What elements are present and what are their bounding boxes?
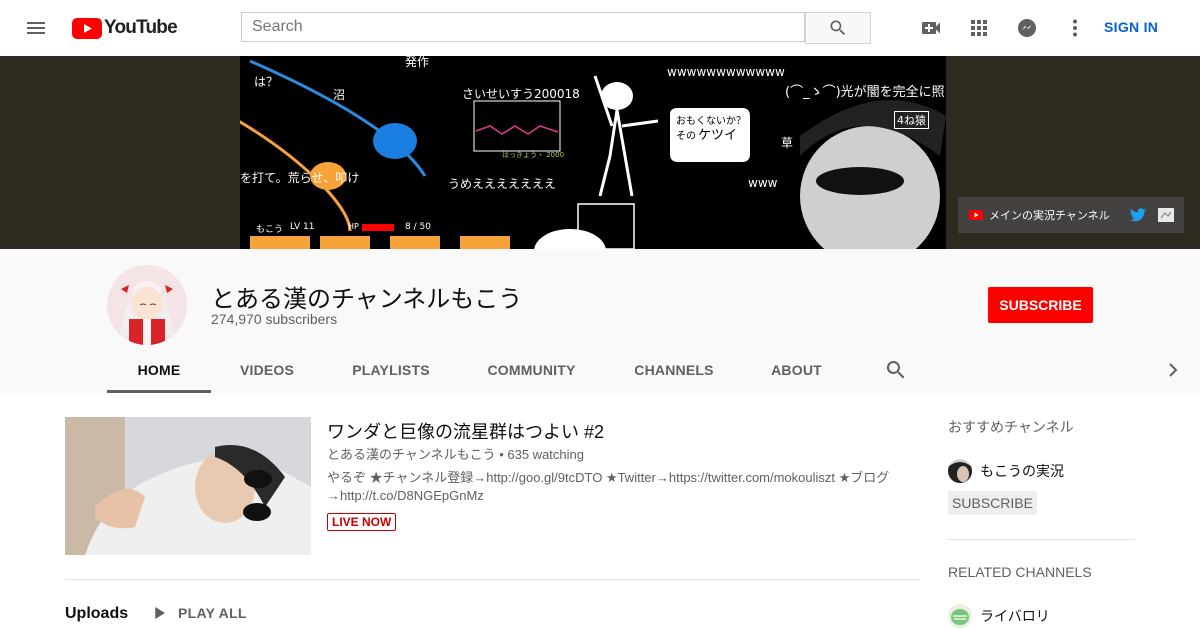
related-channel-item[interactable]: ライバロリ [948,604,1050,628]
channel-avatar[interactable] [107,265,187,345]
play-all-label: PLAY ALL [178,605,247,621]
sign-in-button[interactable]: SIGN IN [1104,19,1158,35]
uploads-heading[interactable]: Uploads [65,605,128,623]
tab-community[interactable]: COMMUNITY [474,346,589,393]
banner-text: HP [348,222,359,231]
banner-text: wwwwwwwwwwww [667,65,785,79]
channel-name: とある漢のチャンネルもこう [211,286,523,313]
channel-tabs: HOME VIDEOS PLAYLISTS COMMUNITY CHANNELS… [0,346,1200,393]
banner-text: 8 / 50 [405,222,431,232]
tab-home[interactable]: HOME [107,346,211,393]
youtube-small-icon [969,210,983,220]
twitter-icon[interactable] [1129,208,1146,222]
featured-channel-item[interactable]: もこうの実況 [948,459,1064,483]
banner-text: その [676,131,696,142]
messages-icon[interactable] [1015,16,1039,40]
banner-text: 発作 [405,56,430,69]
subscribe-button[interactable]: SUBSCRIBE [988,287,1093,323]
logo-text: YouTube [104,17,178,38]
channel-thumb [948,604,972,628]
related-channel-name: ライバロリ [980,608,1050,624]
banner-text: さいせいすう200018 [462,87,580,101]
menu-icon[interactable] [24,16,48,40]
related-channels-heading: RELATED CHANNELS [948,564,1092,580]
banner-links[interactable]: メインの実況チャンネル [958,197,1184,233]
banner-text: はっきょう・ 2000 [502,151,565,159]
banner-text: (⌒_ゝ⌒)光が闇を完全に照 [785,85,945,100]
banner-text: 草 [781,136,794,150]
featured-video-description: やるぞ ★チャンネル登録→http://goo.gl/9tcDTO ★Twitt… [327,470,890,503]
youtube-logo[interactable]: YouTube [72,17,178,39]
banner-text: 沼 [333,88,346,102]
blog-link-icon[interactable] [1157,208,1174,222]
masthead: YouTube SIGN IN [0,0,1200,56]
featured-video-meta: とある漢のチャンネルもこう • 635 watching [327,447,584,462]
play-icon [155,607,165,619]
youtube-logo-icon [72,17,102,39]
banner-text: うめえええええええ [448,177,557,191]
tab-about[interactable]: ABOUT [758,346,835,393]
create-video-icon[interactable] [919,16,943,40]
channel-header: とある漢のチャンネルもこう 274,970 subscribers SUBSCR… [0,249,1200,393]
search-icon [830,20,846,36]
channel-banner: は？ 発作 沼 さいせいすう200018 wwwwwwwwwwww (⌒_ゝ⌒)… [0,56,1200,249]
subscriber-count: 274,970 subscribers [211,311,338,327]
sidebar-subscribe-button[interactable]: SUBSCRIBE [948,491,1037,515]
apps-grid-icon[interactable] [967,16,991,40]
banner-text: は？ [254,75,279,89]
channel-search-icon[interactable] [884,358,908,382]
featured-channel-name: もこうの実況 [980,463,1064,479]
search-button[interactable] [805,12,871,44]
banner-text: 4ね猿 [894,111,929,129]
featured-video-title[interactable]: ワンダと巨像の流星群はつよい #2 [327,418,604,444]
banner-text: ケツイ [698,128,738,143]
play-all-button[interactable]: PLAY ALL [150,604,247,622]
chevron-right-icon[interactable] [1161,358,1185,382]
tab-playlists[interactable]: PLAYLISTS [339,346,443,393]
search-box [241,12,805,42]
featured-video-thumbnail[interactable] [65,417,311,555]
banner-artwork: は？ 発作 沼 さいせいすう200018 wwwwwwwwwwww (⌒_ゝ⌒)… [240,56,946,249]
tab-videos[interactable]: VIDEOS [227,346,307,393]
sidebar-divider [948,539,1135,540]
featured-channels-heading: おすすめチャンネル [948,419,1074,435]
channel-thumb [948,459,972,483]
search-input[interactable] [242,13,804,41]
banner-text: www [748,176,778,190]
banner-text: LV 11 [290,222,315,232]
banner-text: もこう [256,225,284,235]
section-divider [65,579,920,580]
more-vert-icon[interactable] [1063,16,1087,40]
live-now-badge: LIVE NOW [327,513,397,531]
banner-link-label[interactable]: メインの実況チャンネル [989,207,1110,223]
banner-text: を打て。荒らせ、叩け [240,171,360,185]
channel-home-content: ワンダと巨像の流星群はつよい #2 とある漢のチャンネルもこう • 635 wa… [0,393,1200,630]
tab-channels[interactable]: CHANNELS [622,346,726,393]
